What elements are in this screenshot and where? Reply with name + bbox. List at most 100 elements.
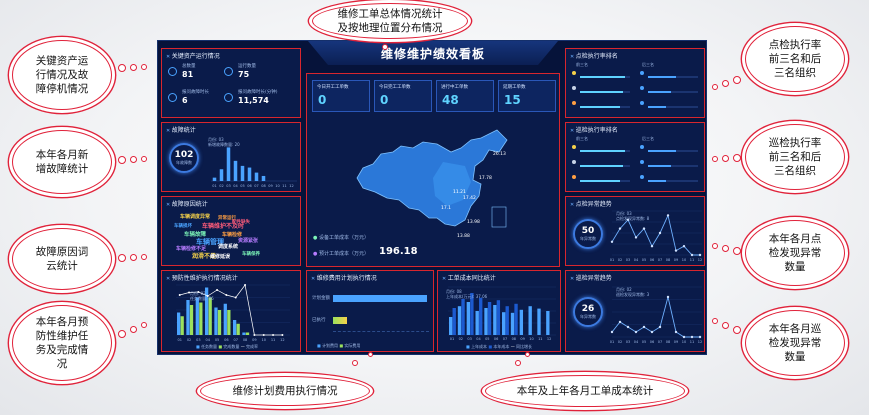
cost-tick: 08 [512, 337, 516, 341]
map-label: 17.42 [463, 196, 476, 201]
faults-tick: 11 [282, 184, 286, 188]
spot-rank-medal-icon [572, 71, 576, 75]
budget-legend: ■ 计划费用 ■ 实际费用 [317, 343, 361, 348]
patrol-rank-medal-icon [572, 175, 576, 179]
faults-bar [254, 172, 259, 181]
workorder-card-value: 48 [442, 93, 459, 107]
cost-bar-last-year [528, 306, 532, 335]
spot-trend-tick: 07 [658, 258, 662, 262]
cost-legend: ■ 上年成本 ■ 本年成本 — 同比增长 [466, 344, 532, 349]
patrol-rank-bottom-header: 后三名 [642, 136, 654, 141]
patrol-trend-total: 26 [581, 304, 595, 314]
word-cloud-word: 维修延误 [210, 254, 231, 260]
pm-legend: ■ 任务数量 ■ 完成数量 — 完成率 [196, 344, 258, 349]
spot-rank-medal-icon [640, 86, 644, 90]
word-cloud-word: 车辆保养 [242, 252, 260, 257]
spot-trend-point [610, 240, 614, 243]
faults-bar [261, 175, 266, 181]
pm-bar-tasks [195, 297, 199, 335]
spot-trend-ring: 50 年异常数 [573, 219, 603, 249]
cost-bar-last-year [449, 317, 453, 335]
spot-trend-point [650, 245, 654, 248]
cost-bar-last-year [466, 302, 471, 335]
pm-bar-tasks [186, 300, 190, 335]
pm-bar-done [180, 316, 184, 335]
patrol-rank-title: 巡检执行率排名 [570, 125, 618, 134]
patrol-trend-point [642, 325, 646, 329]
workorder-panel: 今日开工工单数 0 今日完工工单数 0 进行中工单数 48 延期工单数 15 26.13 17.… [306, 73, 560, 267]
callout-dot [130, 254, 137, 261]
spot-trend-total: 50 [581, 226, 595, 236]
faults-total-label: 年故障数 [176, 160, 192, 165]
spot-rank-medal-icon [572, 86, 576, 90]
faults-bar [240, 165, 245, 181]
pm-bar-done [236, 323, 240, 335]
spot-trend-point [690, 253, 694, 257]
cost-tick: 10 [529, 337, 533, 341]
spot-trend-point [658, 231, 662, 235]
callout-right1: 点检执行率 前三名和后 三名组织 [745, 26, 845, 92]
pm-tick: 05 [215, 338, 219, 342]
word-cloud-word: 车辆调度异常 [180, 214, 211, 220]
faults-tick: 08 [261, 184, 265, 188]
spot-trend-tick: 04 [634, 258, 639, 262]
pm-rate-point [216, 289, 219, 291]
callout-dot [141, 156, 147, 162]
pm-rate-point [272, 334, 275, 336]
callout-dot [130, 156, 137, 163]
callout-dot [130, 64, 137, 71]
pm-bar-tasks [223, 303, 227, 335]
faults-tick: 07 [254, 184, 258, 188]
spot-trend-title: 点检异常趋势 [570, 199, 612, 208]
callout-left1: 关键资产运 行情况及故 障停机情况 [12, 40, 112, 110]
budget-row1-label: 计划金额 [312, 296, 330, 301]
pm-bar-done [208, 297, 212, 335]
spot-trend-tick: 12 [698, 258, 702, 262]
asset-label: 报问故障时长 [182, 90, 209, 95]
budget-axis [333, 331, 429, 332]
pm-chart: 01 02 03 04 05 06 07 08 09 10 11 12 [176, 284, 290, 342]
spot-trend-tick: 06 [650, 258, 654, 262]
asset-value: 6 [182, 96, 188, 105]
patrol-rank-medal-icon [640, 175, 644, 179]
cost-bar-last-year [510, 312, 515, 335]
faults-tick: 02 [219, 184, 223, 188]
faults-bar [212, 177, 217, 181]
pm-rate-point [262, 334, 265, 336]
pm-rate-point [225, 294, 228, 296]
patrol-rank-medal-icon [640, 160, 644, 164]
spot-rank-bottom-header: 后三名 [642, 62, 654, 67]
callout-dot [118, 156, 126, 164]
pm-tick: 07 [233, 338, 237, 342]
workorder-card-value: 15 [504, 93, 521, 107]
patrol-trend-tick: 01 [610, 340, 614, 344]
patrol-rank-fill [580, 165, 623, 167]
workorder-card-value: 0 [380, 93, 389, 107]
faults-tick: 05 [240, 184, 244, 188]
workorder-card-value: 0 [318, 93, 327, 107]
pm-tick: 12 [280, 338, 284, 342]
faults-bar [219, 169, 224, 181]
faults-tick: 01 [212, 184, 216, 188]
faults-tick: 06 [247, 184, 251, 188]
pm-rate-point [244, 284, 247, 286]
map-label: 26.13 [493, 152, 506, 157]
cost-tick: 05 [485, 337, 489, 341]
patrol-trend-point [682, 335, 686, 339]
budget-bar-actual [333, 317, 347, 324]
callout-left3: 故障原因词 云统计 [12, 228, 112, 290]
pm-bar-done [199, 302, 203, 335]
patrol-rank-fill [580, 180, 620, 182]
cost-tooltip: 月份: 08 上年成本(万元): 37.06 [446, 289, 488, 299]
callout-dot [722, 80, 729, 87]
faults-title: 故障统计 [166, 125, 196, 134]
patrol-rank-medal-icon [640, 145, 644, 149]
spot-trend-line [611, 213, 700, 256]
spot-rank-fill [580, 106, 620, 108]
pm-bar-done [217, 310, 222, 335]
spot-trend-tick: 10 [682, 258, 686, 262]
pm-tick: 04 [205, 338, 210, 342]
cost-legend-1: ● 设备工单成本（万元） [313, 235, 369, 241]
china-map [356, 129, 508, 228]
pm-tick: 06 [224, 338, 228, 342]
